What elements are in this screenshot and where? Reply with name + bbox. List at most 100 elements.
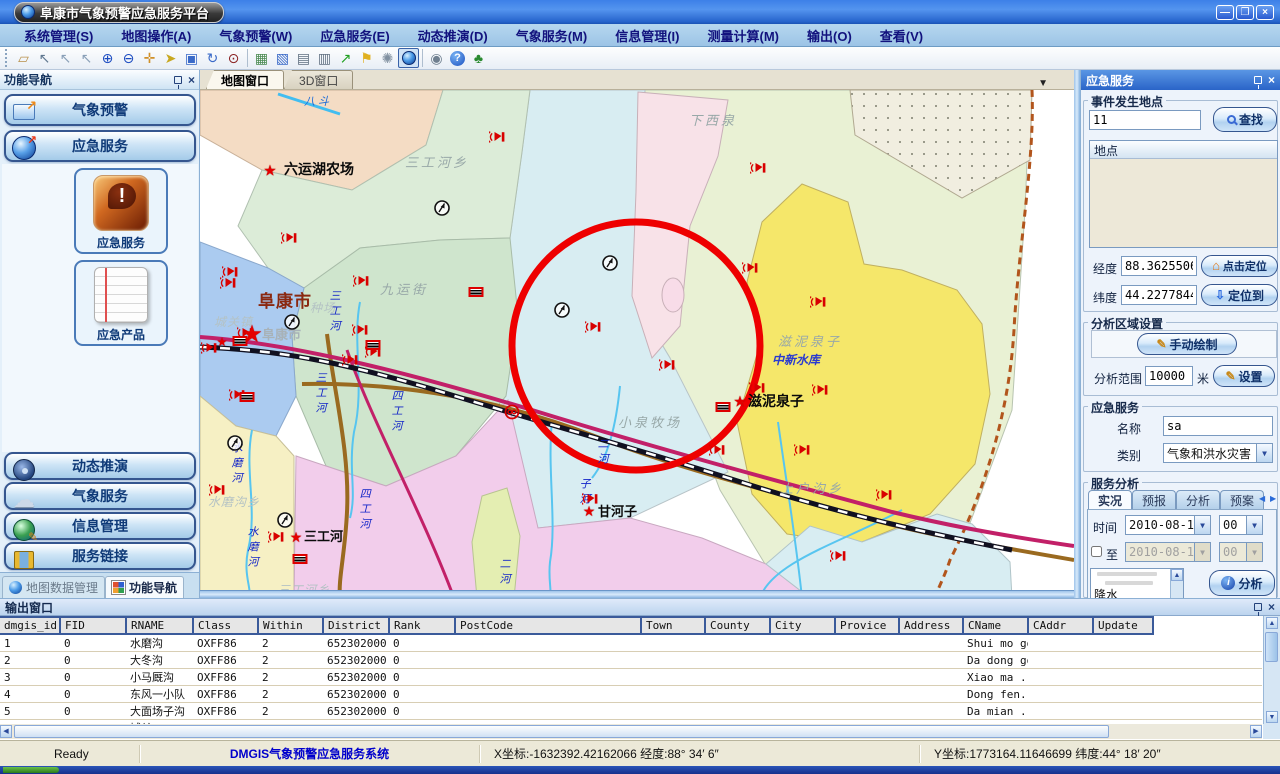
table-row[interactable]: 50大面场子沟OXFF8626523020000Da mian ... xyxy=(0,703,1262,720)
alarm-speaker-icon[interactable] xyxy=(489,130,505,144)
accordion-button[interactable]: 服务链接 xyxy=(4,542,196,570)
column-header[interactable]: PostCode xyxy=(455,617,641,634)
restore-button[interactable]: ❐ xyxy=(1236,5,1254,20)
column-header[interactable]: Town xyxy=(641,617,705,634)
station-icon[interactable] xyxy=(554,302,571,319)
flag-icon[interactable] xyxy=(240,392,255,402)
analysis-tab[interactable]: 分析 xyxy=(1176,490,1220,509)
menu-item[interactable]: 输出(O) xyxy=(793,24,866,47)
alarm-speaker-icon[interactable] xyxy=(353,274,369,288)
toolbar-grip[interactable] xyxy=(5,49,10,67)
column-header[interactable]: dmgis_id xyxy=(0,617,60,634)
column-header[interactable]: Within xyxy=(258,617,323,634)
analysis-tab[interactable]: 预案 xyxy=(1220,490,1264,509)
pan-hand-icon[interactable]: ✛ xyxy=(139,48,160,68)
location-search-input[interactable] xyxy=(1089,110,1201,130)
scrollbar-thumb[interactable] xyxy=(1265,632,1278,662)
column-header[interactable]: County xyxy=(705,617,770,634)
analyze-button[interactable]: i 分析 xyxy=(1209,570,1275,596)
star-icon[interactable]: ★ xyxy=(583,504,596,518)
green-arrow-icon[interactable]: ↗ xyxy=(335,48,356,68)
map-canvas[interactable]: 六运湖农场三工河乡下西泉九运街阜康市种场城关镇阜康市滋泥泉子中新水库滋泥泉子小泉… xyxy=(200,90,1074,598)
search-button[interactable]: 查找 xyxy=(1213,107,1277,132)
longitude-input[interactable] xyxy=(1121,256,1197,276)
manual-draw-button[interactable]: ✎ 手动绘制 xyxy=(1137,333,1237,355)
station-icon[interactable] xyxy=(284,314,301,331)
column-header[interactable]: Provice xyxy=(835,617,899,634)
accordion-button[interactable]: 气象预警 xyxy=(4,94,196,126)
menu-item[interactable]: 系统管理(S) xyxy=(10,24,107,47)
listbox-scrollbar[interactable]: ▲ xyxy=(1170,569,1183,598)
accordion-button[interactable]: 信息管理 xyxy=(4,512,196,540)
alarm-speaker-icon[interactable] xyxy=(342,353,358,367)
left-panel-tab[interactable]: 地图数据管理 xyxy=(2,576,105,598)
scrollbar-thumb[interactable] xyxy=(14,725,1109,738)
click-locate-button[interactable]: ⌂ 点击定位 xyxy=(1201,255,1278,277)
accordion-button[interactable]: 应急服务 xyxy=(4,130,196,162)
close-icon[interactable]: × xyxy=(1268,602,1275,612)
hour-select[interactable]: 00 ▼ xyxy=(1219,515,1263,535)
column-header[interactable]: RNAME xyxy=(126,617,193,634)
tab-scroll-right-icon[interactable]: ▶ xyxy=(1270,494,1276,503)
menu-item[interactable]: 气象预警(W) xyxy=(205,24,306,47)
pointer-icon[interactable]: ➤ xyxy=(160,48,181,68)
select-box-icon[interactable]: ↖ xyxy=(55,48,76,68)
column-header[interactable]: Update xyxy=(1093,617,1153,634)
menu-item[interactable]: 信息管理(I) xyxy=(601,24,693,47)
column-header[interactable]: Address xyxy=(899,617,963,634)
analysis-tab[interactable]: 实况 xyxy=(1088,490,1132,509)
menu-item[interactable]: 查看(V) xyxy=(866,24,937,47)
scroll-up-icon[interactable]: ▲ xyxy=(1266,617,1278,629)
menu-item[interactable]: 应急服务(E) xyxy=(306,24,403,47)
table-row[interactable]: 30小马厩沟OXFF8626523020000Xiao ma ... xyxy=(0,669,1262,686)
alarm-speaker-icon[interactable] xyxy=(749,381,765,395)
close-icon[interactable]: × xyxy=(1268,75,1275,85)
chevron-down-icon[interactable]: ▼ xyxy=(1194,516,1210,534)
flag-icon[interactable] xyxy=(716,402,731,412)
pin-icon[interactable] xyxy=(1254,603,1262,611)
scroll-left-icon[interactable]: ◀ xyxy=(0,725,12,738)
flag-icon[interactable] xyxy=(469,287,484,297)
menu-item[interactable]: 动态推演(D) xyxy=(404,24,502,47)
pin-icon[interactable] xyxy=(174,76,182,84)
type-select[interactable]: 气象和洪水灾害 ▼ xyxy=(1163,443,1273,463)
star-icon[interactable]: ★ xyxy=(290,530,303,544)
column-header[interactable]: Rank xyxy=(389,617,455,634)
date-select[interactable]: 2010-08-13 ▼ xyxy=(1125,515,1211,535)
alarm-speaker-icon[interactable] xyxy=(585,320,601,334)
scroll-down-icon[interactable]: ▼ xyxy=(1266,711,1278,723)
analysis-tab[interactable]: 预报 xyxy=(1132,490,1176,509)
date2-select[interactable]: 2010-08-13 ▼ xyxy=(1125,542,1211,562)
alarm-speaker-icon[interactable] xyxy=(794,443,810,457)
menu-item[interactable]: 地图操作(A) xyxy=(107,24,205,47)
latitude-input[interactable] xyxy=(1121,285,1197,305)
refresh-icon[interactable]: ↻ xyxy=(202,48,223,68)
chevron-down-icon[interactable]: ▼ xyxy=(1256,444,1272,462)
export-image-icon[interactable]: ▧ xyxy=(272,48,293,68)
alarm-speaker-icon[interactable] xyxy=(742,261,758,275)
alarm-speaker-icon[interactable] xyxy=(220,276,236,290)
alarm-speaker-icon[interactable] xyxy=(352,323,368,337)
menu-item[interactable]: 测量计算(M) xyxy=(694,24,794,47)
alarm-speaker-icon[interactable] xyxy=(810,295,826,309)
column-header[interactable]: FID xyxy=(60,617,126,634)
column-header[interactable]: CName xyxy=(963,617,1028,634)
settings-gear-icon[interactable]: ✺ xyxy=(377,48,398,68)
chevron-down-icon[interactable]: ▼ xyxy=(1246,543,1262,561)
flag-icon[interactable] xyxy=(293,554,308,564)
layers-icon[interactable]: ▦ xyxy=(251,48,272,68)
map-tab[interactable]: 地图窗口 xyxy=(206,70,284,89)
station-icon[interactable] xyxy=(277,512,294,529)
map-pin-icon[interactable]: ⚑ xyxy=(356,48,377,68)
station-icon[interactable] xyxy=(434,200,451,217)
shortcut-button[interactable]: 应急产品 xyxy=(74,260,168,346)
location-list-body[interactable] xyxy=(1090,159,1277,247)
help-icon[interactable]: ? xyxy=(447,48,468,68)
select-poly-icon[interactable]: ↖ xyxy=(76,48,97,68)
column-header[interactable]: District xyxy=(323,617,389,634)
table-row[interactable]: 40东风一小队OXFF8626523020000Dong fen... xyxy=(0,686,1262,703)
tab-scroll-left-icon[interactable]: ◀ xyxy=(1259,494,1265,503)
column-header[interactable]: City xyxy=(770,617,835,634)
location-list-header[interactable]: 地点 xyxy=(1090,141,1277,159)
print-icon[interactable]: ▤ xyxy=(293,48,314,68)
